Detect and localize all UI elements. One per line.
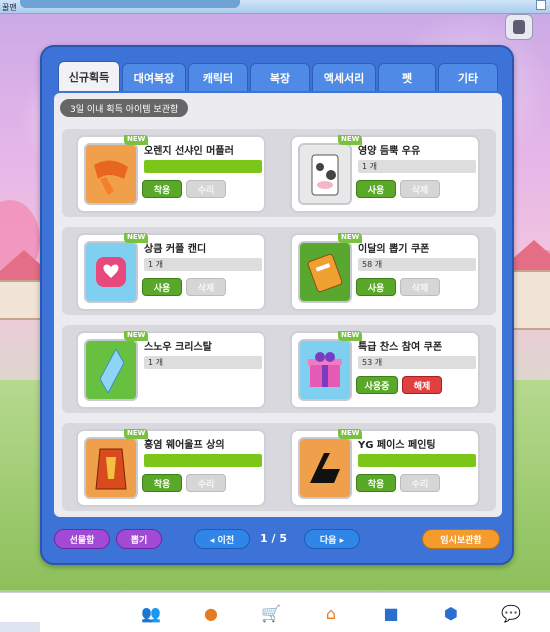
community-icon[interactable]: 👥 xyxy=(140,603,162,623)
in-use-button[interactable]: 사용중 xyxy=(356,376,398,394)
muffler-icon xyxy=(84,143,138,205)
item-name: 스노우 크리스탈 xyxy=(144,342,212,353)
temp-storage-button[interactable]: 임시보관함 xyxy=(422,529,500,549)
item-count: 53 개 xyxy=(358,356,476,369)
item-count: 58 개 xyxy=(358,258,476,271)
bag-icon[interactable]: ■ xyxy=(380,603,402,623)
use-button[interactable]: 사용 xyxy=(356,180,396,198)
release-button[interactable]: 해제 xyxy=(402,376,442,394)
inventory-window: 신규획득 대여복장 캐릭터 복장 액세서리 펫 기타 3일 이내 획득 아이템 … xyxy=(40,45,514,565)
item-info xyxy=(144,454,262,467)
item-info xyxy=(144,160,262,173)
draw-button[interactable]: 뽑기 xyxy=(116,529,162,549)
top-bar xyxy=(20,0,240,8)
item-name: 오렌지 선샤인 머플러 xyxy=(144,146,234,157)
background-house xyxy=(0,280,44,320)
item-card[interactable]: NEW 홍염 웨어울프 상의 착용 수리 xyxy=(76,429,266,507)
tab-etc[interactable]: 기타 xyxy=(438,63,498,91)
top-label: 꿀맨 xyxy=(2,3,17,12)
phone-icon[interactable] xyxy=(505,14,533,40)
item-card[interactable]: NEW YG 페이스 페인팅 착용 수리 xyxy=(290,429,480,507)
pot-icon[interactable]: ● xyxy=(200,603,222,623)
item-card[interactable]: NEW 스노우 크리스탈 1 개 xyxy=(76,331,266,409)
item-name: 홍염 웨어울프 상의 xyxy=(144,440,225,451)
item-name: 상큼 커플 캔디 xyxy=(144,244,207,255)
chat-icon[interactable]: 💬 xyxy=(500,603,522,623)
equip-button[interactable]: 착용 xyxy=(142,474,182,492)
delete-button[interactable]: 삭제 xyxy=(400,180,440,198)
candy-icon xyxy=(84,241,138,303)
delete-button[interactable]: 삭제 xyxy=(400,278,440,296)
next-page-button[interactable]: 다음 ▸ xyxy=(304,529,360,549)
taskbar: 👥 ● 🛒 ⌂ ■ ⬢ 💬 xyxy=(0,592,550,632)
tab-new[interactable]: 신규획득 xyxy=(58,61,120,91)
item-card[interactable]: NEW 상큼 커플 캔디 1 개 사용 삭제 xyxy=(76,233,266,311)
tab-bar: 신규획득 대여복장 캐릭터 복장 액세서리 펫 기타 xyxy=(58,61,498,93)
tab-outfit[interactable]: 복장 xyxy=(250,63,310,91)
item-card[interactable]: NEW 특급 찬스 참여 쿠폰 53 개 사용중 해제 xyxy=(290,331,480,409)
item-name: 영양 듬뿍 우유 xyxy=(358,146,421,157)
handshake-icon[interactable]: ⬢ xyxy=(440,603,462,623)
repair-button[interactable]: 수리 xyxy=(400,474,440,492)
cart-icon[interactable]: 🛒 xyxy=(260,603,282,623)
background-house xyxy=(508,270,550,330)
item-card[interactable]: NEW 영양 듬뿍 우유 1 개 사용 삭제 xyxy=(290,135,480,213)
face-paint-icon xyxy=(298,437,352,499)
item-panel: 3일 이내 획득 아이템 보관함 NEW 오렌지 선샤인 머플러 착용 수리 N… xyxy=(54,93,502,517)
notice-label: 3일 이내 획득 아이템 보관함 xyxy=(60,99,189,117)
equip-button[interactable]: 착용 xyxy=(356,474,396,492)
prev-page-button[interactable]: ◂ 이전 xyxy=(194,529,250,549)
item-name: YG 페이스 페인팅 xyxy=(358,440,436,451)
use-button[interactable]: 사용 xyxy=(356,278,396,296)
item-info xyxy=(358,454,476,467)
tab-character[interactable]: 캐릭터 xyxy=(188,63,248,91)
tab-accessory[interactable]: 액세서리 xyxy=(312,63,376,91)
crystal-icon xyxy=(84,339,138,401)
item-name: 이달의 뽑기 쿠폰 xyxy=(358,244,430,255)
repair-button[interactable]: 수리 xyxy=(186,474,226,492)
item-name: 특급 찬스 참여 쿠폰 xyxy=(358,342,443,353)
coupon-icon xyxy=(298,241,352,303)
item-card[interactable]: NEW 오렌지 선샤인 머플러 착용 수리 xyxy=(76,135,266,213)
milk-icon xyxy=(298,143,352,205)
top-strip: 꿀맨 xyxy=(0,0,550,14)
item-count: 1 개 xyxy=(144,356,262,369)
item-card[interactable]: NEW 이달의 뽑기 쿠폰 58 개 사용 삭제 xyxy=(290,233,480,311)
equip-button[interactable]: 착용 xyxy=(142,180,182,198)
use-button[interactable]: 사용 xyxy=(142,278,182,296)
repair-button[interactable]: 수리 xyxy=(186,180,226,198)
item-count: 1 개 xyxy=(144,258,262,271)
delete-button[interactable]: 삭제 xyxy=(186,278,226,296)
tab-pet[interactable]: 펫 xyxy=(378,63,436,91)
page-indicator: 1 / 5 xyxy=(260,532,287,545)
close-box[interactable] xyxy=(536,0,546,10)
taskbar-indicator xyxy=(0,622,40,632)
gift-box-button[interactable]: 선물함 xyxy=(54,529,110,549)
item-count: 1 개 xyxy=(358,160,476,173)
bottom-controls: 선물함 뽑기 ◂ 이전 1 / 5 다음 ▸ 임시보관함 xyxy=(54,529,502,553)
home-icon[interactable]: ⌂ xyxy=(320,603,342,623)
gift-box-icon xyxy=(298,339,352,401)
tab-rental[interactable]: 대여복장 xyxy=(122,63,186,91)
werewolf-top-icon xyxy=(84,437,138,499)
